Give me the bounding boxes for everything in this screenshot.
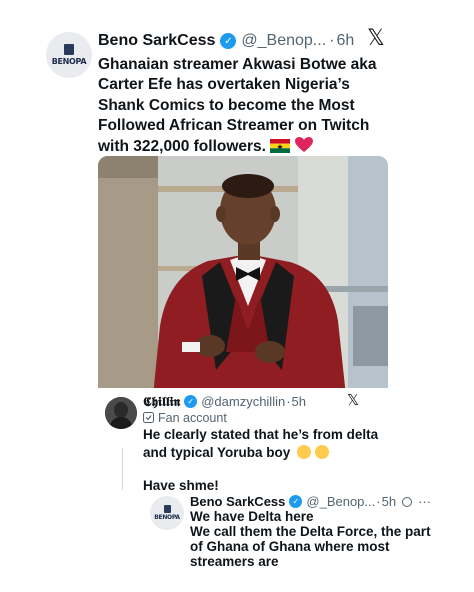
quoted-avatar-photo [105, 397, 137, 429]
post-text: Ghanaian streamer Akwasi Botwe aka Carte… [98, 55, 377, 157]
reply-text-line: streamers are [190, 554, 279, 569]
header-separator: · [376, 494, 381, 509]
quoted-author-handle[interactable]: @damzychillin [201, 394, 285, 409]
quoted-author-avatar[interactable] [105, 397, 137, 429]
quoted-header: 𝕮𝖍𝖎𝖑𝖑𝖎𝖓 ✓ @damzychillin · 5h [143, 393, 306, 410]
fan-account-badge-icon [143, 412, 154, 423]
quoted-text: He clearly stated that he’s from delta a… [143, 426, 378, 495]
post-text-line: Shank Comics to become the Most [98, 96, 355, 114]
grok-icon[interactable] [402, 496, 413, 507]
header-separator: · [329, 32, 335, 49]
reply-text-line: of Ghana of Ghana where most [190, 539, 390, 554]
reply-author-avatar[interactable]: BENOPA [150, 496, 184, 530]
reply-time[interactable]: 5h [382, 494, 396, 509]
author-name[interactable]: Beno SarkCess [98, 32, 215, 50]
reply-text: We have Delta here We call them the Delt… [190, 509, 431, 569]
header-separator: · [286, 394, 291, 409]
quoted-text-line-end: Have shme! [143, 477, 378, 495]
laughing-emoji-icon [297, 444, 312, 459]
quoted-author-name[interactable]: 𝕮𝖍𝖎𝖑𝖑𝖎𝖓 [143, 394, 180, 410]
avatar-brand-text: BENOPA [51, 57, 87, 66]
post-text-line: with 322,000 followers. [98, 137, 266, 155]
ghana-flag-icon [270, 138, 291, 153]
benopa-logo-mark-icon [64, 44, 74, 55]
quoted-text-end: Have sh [143, 478, 195, 493]
quoted-text-line: He clearly stated that he’s from delta [143, 427, 379, 442]
quoted-post-time[interactable]: 5h [292, 394, 306, 409]
benopa-logo-mark-icon [163, 505, 171, 513]
author-avatar[interactable]: BENOPA [46, 32, 92, 78]
post-text-line: Ghanaian streamer Akwasi Botwe aka [98, 56, 377, 73]
quoted-text-line-emoji: and typical Yoruba boy [143, 444, 378, 462]
post-text-line: Carter Efe has overtaken Nigeria’s [98, 76, 350, 94]
photo-illustration [98, 156, 388, 396]
quoted-text-spacer [143, 461, 378, 477]
x-logo-icon: 𝕏 [367, 26, 385, 51]
x-logo-icon: 𝕏 [347, 391, 360, 409]
verified-badge-icon: ✓ [220, 33, 237, 49]
quoted-text-line: and typical Yoruba boy [143, 444, 291, 460]
more-options-icon[interactable]: ··· [418, 494, 431, 509]
red-heart-icon [294, 136, 313, 152]
post-time[interactable]: 6h [336, 32, 354, 50]
verified-badge-icon: ✓ [184, 395, 198, 408]
reply-author-handle[interactable]: @_Benop... [306, 494, 375, 509]
post-header: Beno SarkCess ✓ @_Benop... · 6h [98, 30, 354, 52]
post-text-line: Followed African Streamer on Twitch [98, 117, 370, 135]
reply-text-line: We call them the Delta Force, the part [190, 524, 431, 539]
thread-line [122, 448, 123, 490]
author-handle[interactable]: @_Benop... [241, 32, 326, 50]
fan-account-label: Fan account [143, 410, 227, 425]
reply-header: Beno SarkCess ✓ @_Benop... · 5h ··· [190, 493, 431, 510]
reply-text-line: We have Delta here [190, 509, 314, 524]
avatar-brand-text: BENOPA [154, 514, 180, 521]
post-media-photo[interactable] [98, 156, 388, 396]
post-text-line-last: with 322,000 followers. [98, 136, 377, 157]
verified-badge-icon: ✓ [289, 495, 303, 508]
reply-author-name[interactable]: Beno SarkCess [190, 494, 285, 509]
laughing-emoji-icon [314, 444, 329, 459]
fan-account-text: Fan account [158, 410, 227, 425]
quoted-text-end-2: me! [194, 478, 219, 493]
